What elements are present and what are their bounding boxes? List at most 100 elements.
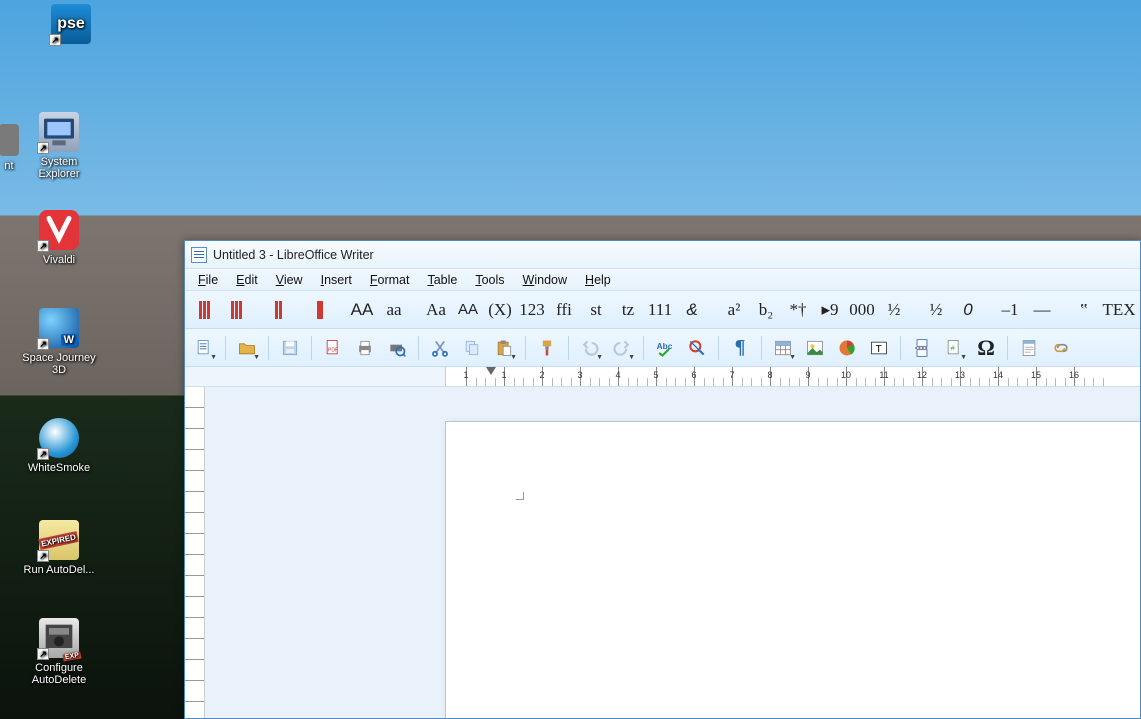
page-area[interactable] <box>205 387 1140 718</box>
window-title: Untitled 3 - LibreOffice Writer <box>213 248 374 262</box>
desktop-icon-vivaldi[interactable]: ↗ Vivaldi <box>20 210 98 266</box>
menu-tools[interactable]: Tools <box>466 271 513 289</box>
tex-button[interactable]: TEX <box>1101 295 1137 325</box>
ruler-number: 13 <box>955 370 965 380</box>
paste-button[interactable]: ▼ <box>489 333 519 363</box>
menu-table[interactable]: Table <box>418 271 466 289</box>
slashed-zero-button[interactable]: 0 <box>953 295 983 325</box>
hash-button[interactable]: # <box>1139 295 1140 325</box>
menu-edit[interactable]: Edit <box>227 271 267 289</box>
shortcut-arrow-icon: ↗ <box>37 648 49 660</box>
ligature-ffi-button[interactable]: ffi <box>549 295 579 325</box>
print-preview-button[interactable] <box>382 333 412 363</box>
vertical-ruler[interactable] <box>185 387 205 718</box>
titlecase-button[interactable]: Aa <box>421 295 451 325</box>
shortcut-arrow-icon: ↗ <box>37 338 49 350</box>
undo-button[interactable]: ▼ <box>575 333 605 363</box>
bracketcase-button[interactable]: (X) <box>485 295 515 325</box>
subscript-button[interactable]: b₂ <box>751 295 781 325</box>
menu-file[interactable]: File <box>189 271 227 289</box>
columns-red-3-button[interactable] <box>263 295 293 325</box>
lining-digits-button[interactable]: 123 <box>517 295 547 325</box>
cut-button[interactable] <box>425 333 455 363</box>
insert-field-button[interactable]: #▼ <box>939 333 969 363</box>
autospellcheck-button[interactable] <box>682 333 712 363</box>
ruler-number: 5 <box>653 370 658 380</box>
desktop-icon-run-autodelete[interactable]: EXPIRED ↗ Run AutoDel... <box>20 520 98 576</box>
ruler-number: 9 <box>805 370 810 380</box>
arrow-nine-button[interactable]: ▸9 <box>815 295 845 325</box>
whitesmoke-icon: ↗ <box>39 418 79 458</box>
desktop-icon-system-explorer[interactable]: ↗ System Explorer <box>20 112 98 180</box>
desktop-icon-pse[interactable]: pse↗ <box>32 4 110 48</box>
page-break-button[interactable] <box>907 333 937 363</box>
indent-marker-icon[interactable] <box>486 367 496 375</box>
ruler-number: 10 <box>841 370 851 380</box>
desktop-icon-whitesmoke[interactable]: ↗ WhiteSmoke <box>20 418 98 474</box>
quotes-button[interactable]: ‟ <box>1069 295 1099 325</box>
insert-header-button[interactable] <box>1014 333 1044 363</box>
shortcut-arrow-icon: ↗ <box>37 142 49 154</box>
insert-image-button[interactable] <box>800 333 830 363</box>
text-cursor-origin <box>516 492 524 500</box>
menu-help[interactable]: Help <box>576 271 620 289</box>
ruler-number: 1 <box>501 370 506 380</box>
pse-icon: pse↗ <box>51 4 91 44</box>
desktop-icon-space-journey[interactable]: W ↗ Space Journey 3D <box>20 308 98 376</box>
uppercase-button[interactable]: AA <box>347 295 377 325</box>
save-button[interactable] <box>275 333 305 363</box>
titlebar[interactable]: Untitled 3 - LibreOffice Writer <box>185 241 1140 269</box>
special-char-button[interactable]: Ω <box>971 333 1001 363</box>
insert-chart-button[interactable] <box>832 333 862 363</box>
tabular-digits-button[interactable]: 000 <box>847 295 877 325</box>
ligature-tz-button[interactable]: tz <box>613 295 643 325</box>
dropdown-arrow-icon: ▼ <box>960 354 967 361</box>
ruler-number: 6 <box>691 370 696 380</box>
fraction-half-alt-button[interactable]: ½ <box>921 295 951 325</box>
formatting-marks-button[interactable]: ¶ <box>725 333 755 363</box>
redo-button[interactable]: ▼ <box>607 333 637 363</box>
new-button[interactable]: ▼ <box>189 333 219 363</box>
open-button[interactable]: ▼ <box>232 333 262 363</box>
hyperlink-button[interactable] <box>1046 333 1076 363</box>
menu-insert[interactable]: Insert <box>312 271 361 289</box>
shortcut-arrow-icon: ↗ <box>49 34 61 46</box>
dropdown-arrow-icon: ▼ <box>253 354 260 361</box>
menu-window[interactable]: Window <box>514 271 576 289</box>
print-button[interactable] <box>350 333 380 363</box>
space-journey-icon: W ↗ <box>39 308 79 348</box>
ruler-number: 8 <box>767 370 772 380</box>
dagger-button[interactable]: *† <box>783 295 813 325</box>
writer-document-icon <box>191 247 207 263</box>
columns-single-button[interactable] <box>305 295 335 325</box>
document-page[interactable] <box>445 421 1140 718</box>
emdash-button[interactable]: — <box>1027 295 1057 325</box>
svg-text:Abc: Abc <box>657 340 673 350</box>
export-pdf-button[interactable]: PDF <box>318 333 348 363</box>
run-autodelete-icon: EXPIRED ↗ <box>39 520 79 560</box>
minus-one-button[interactable]: –1 <box>995 295 1025 325</box>
menu-format[interactable]: Format <box>361 271 419 289</box>
desktop-icon-configure-autodelete[interactable]: EXP ↗ Configure AutoDelete <box>20 618 98 686</box>
ruler-number: 1 <box>463 370 468 380</box>
standard-toolbar: ▼ ▼ PDF ▼ <box>185 329 1140 367</box>
ruler-number: 7 <box>729 370 734 380</box>
ligature-st-button[interactable]: st <box>581 295 611 325</box>
spellcheck-button[interactable]: Abc <box>650 333 680 363</box>
copy-button[interactable] <box>457 333 487 363</box>
clone-formatting-button[interactable] <box>532 333 562 363</box>
insert-textbox-button[interactable]: T <box>864 333 894 363</box>
smallcaps-button[interactable]: AA <box>453 295 483 325</box>
columns-red-2-button[interactable] <box>221 295 251 325</box>
oldstyle-digits-button[interactable]: 111 <box>645 295 675 325</box>
ruler-number: 15 <box>1031 370 1041 380</box>
columns-red-1-button[interactable] <box>189 295 219 325</box>
fraction-half-button[interactable]: ½ <box>879 295 909 325</box>
insert-table-button[interactable]: ▼ <box>768 333 798 363</box>
ampersand-button[interactable]: & <box>677 295 707 325</box>
horizontal-ruler[interactable]: 112345678910111213141516 <box>445 367 1140 386</box>
configure-autodelete-icon: EXP ↗ <box>39 618 79 658</box>
superscript-button[interactable]: a² <box>719 295 749 325</box>
menu-view[interactable]: View <box>267 271 312 289</box>
lowercase-button[interactable]: aa <box>379 295 409 325</box>
